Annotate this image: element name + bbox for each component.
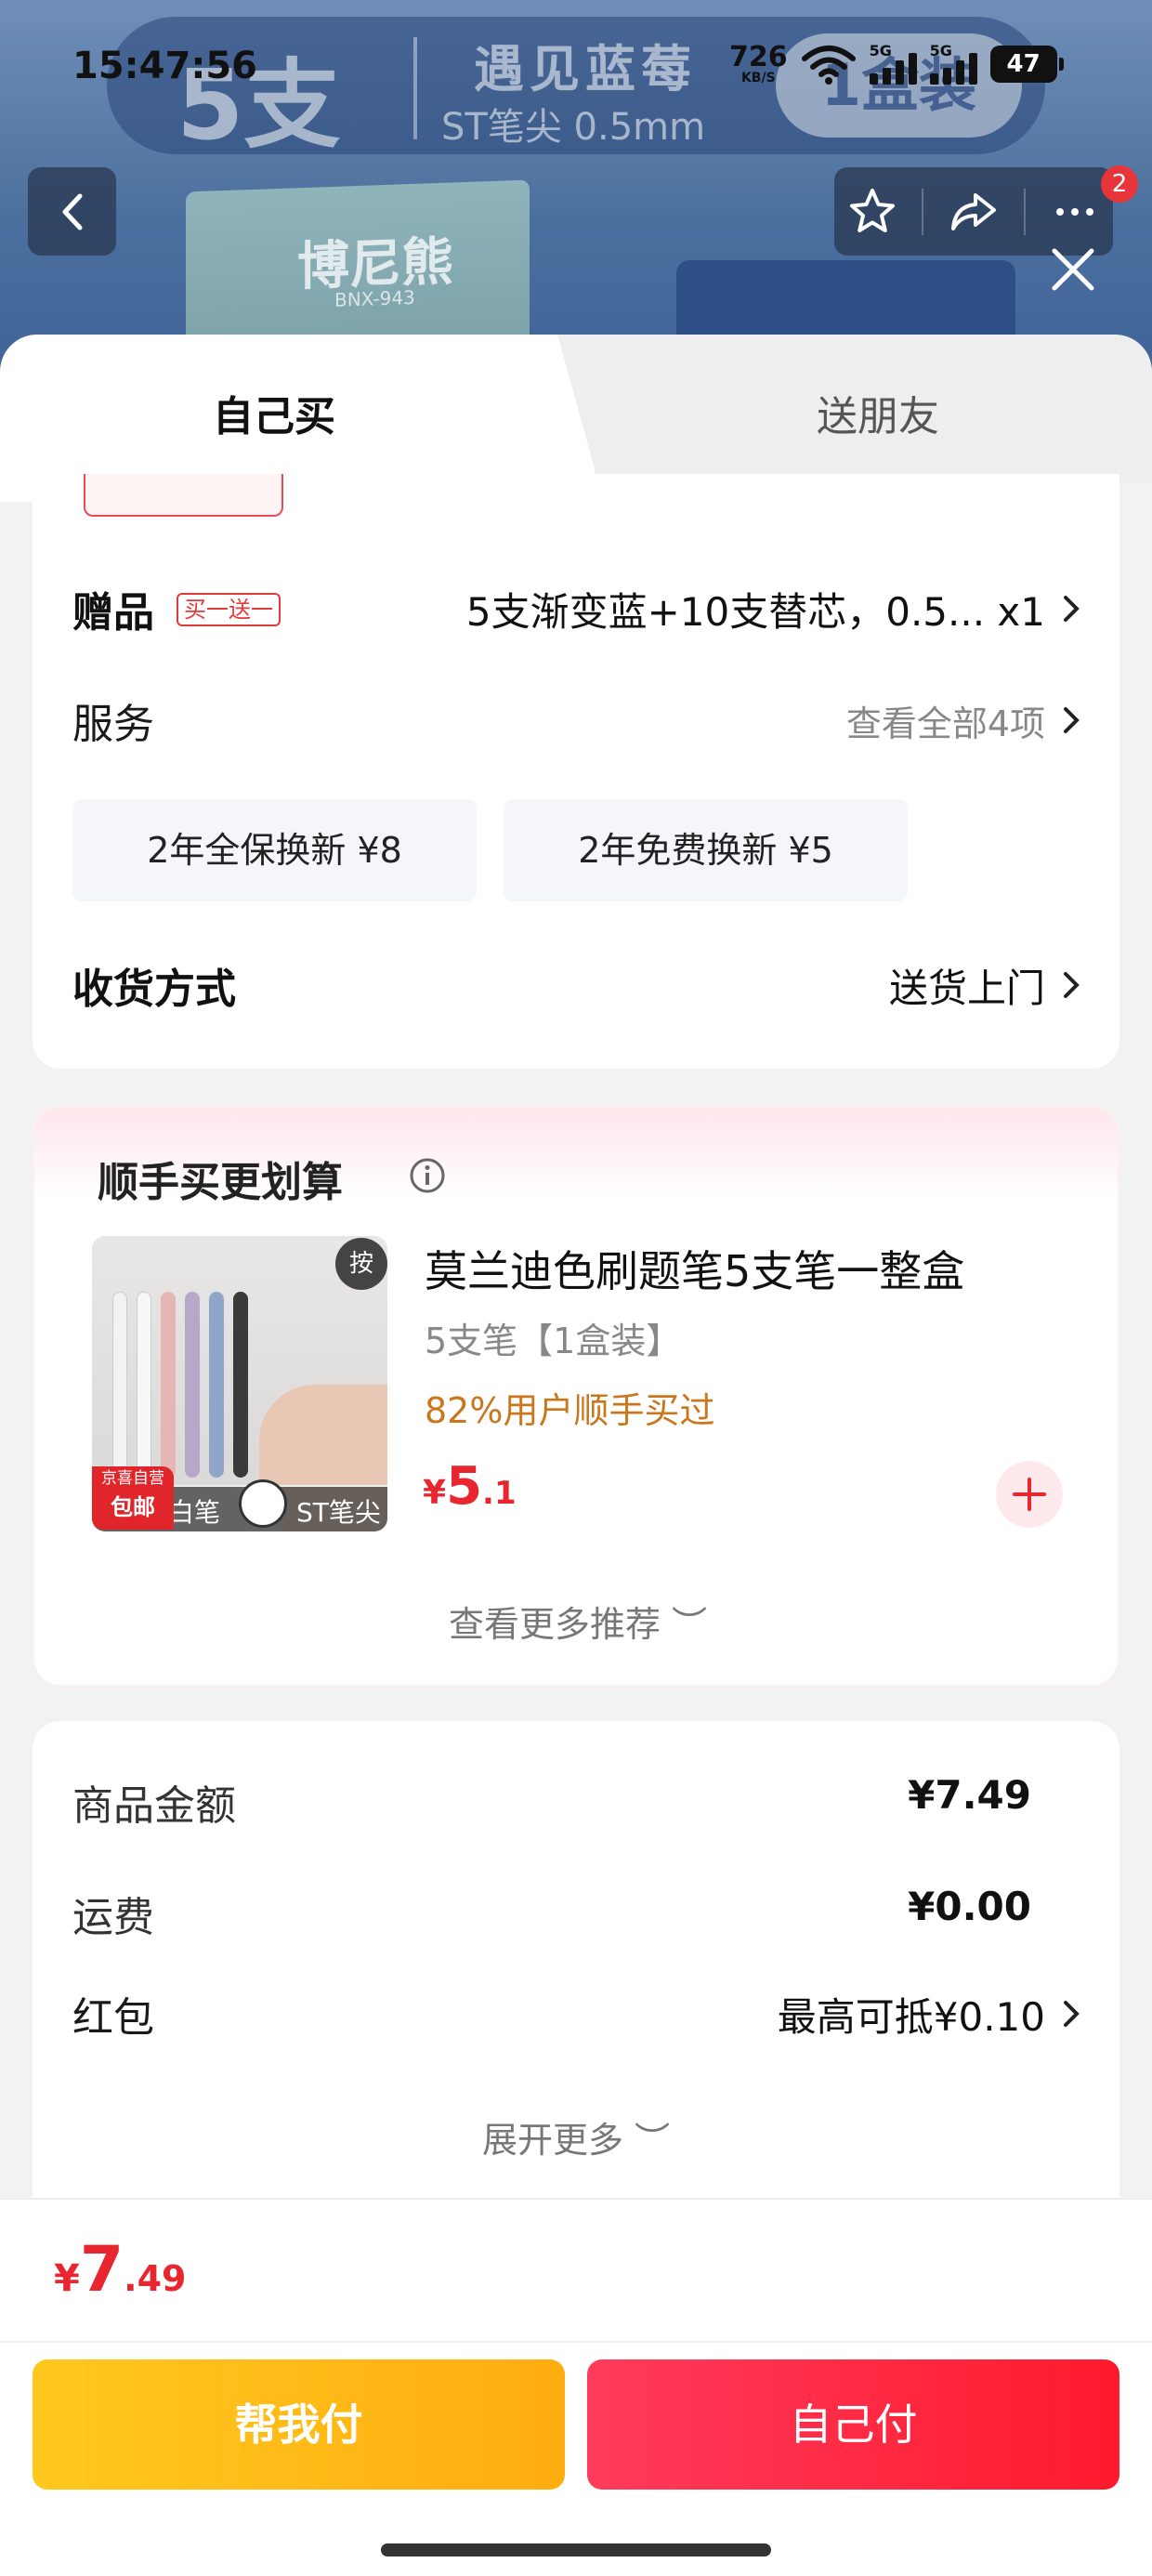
status-time: 15:47:56 (72, 45, 257, 87)
redpacket-value: 最高可抵¥0.10 (777, 1993, 1045, 2040)
status-bar: 15:47:56 726 KB/S 5G 5G 47 (0, 0, 1152, 139)
recommend-item-stat: 82%用户顺手买过 (425, 1390, 715, 1431)
battery-icon: 47 (989, 46, 1064, 83)
press-label: 按 (335, 1238, 387, 1290)
recommend-title: 顺手买更划算 (98, 1159, 343, 1206)
price-currency: ¥ (423, 1474, 447, 1512)
delivery-value: 送货上门 (888, 965, 1045, 1011)
tip-illustration (239, 1479, 287, 1528)
recommend-item-spec: 5支笔【1盒装】 (425, 1321, 682, 1361)
chevron-left-icon (62, 193, 82, 230)
total-price: ¥7.49 (54, 2233, 187, 2307)
net-speed-value: 726 (729, 41, 788, 73)
recommend-item-price: ¥5.1 (423, 1456, 517, 1517)
spec-option-chip[interactable] (84, 474, 283, 517)
gift-row[interactable]: 赠品 买一送一 5支渐变蓝+10支替芯，0.5... x1 (33, 567, 1119, 651)
tab-self-buy-label[interactable]: 自己买 (0, 383, 548, 442)
service-row[interactable]: 服务 查看全部4项 (33, 678, 1119, 762)
star-icon[interactable] (846, 186, 898, 238)
signal-icon-1: 5G (869, 42, 917, 85)
badge-top-text: 京喜自营 (101, 1469, 164, 1488)
home-indicator[interactable] (381, 2543, 771, 2556)
status-icons: 726 KB/S 5G 5G 47 (729, 41, 1064, 87)
help-me-pay-button[interactable]: 帮我付 (33, 2359, 565, 2490)
badge-bottom-text: 包邮 (111, 1494, 155, 1520)
tab-bar: 送朋友 自己买 (0, 335, 1152, 502)
product-model: BNX-943 (334, 285, 415, 311)
bottom-action-bar: ¥7.49 帮我付 自己付 (0, 2198, 1152, 2576)
close-icon[interactable] (1045, 242, 1101, 297)
recommend-card: 顺手买更划算 按 白笔 ST笔尖 京喜自营 包邮 莫兰迪色刷题笔5支笔一整盒 5… (33, 1106, 1119, 1687)
gift-label: 赠品 (72, 589, 154, 637)
goods-amount-value: ¥7.49 (908, 1772, 1031, 1818)
order-options-card: 赠品 买一送一 5支渐变蓝+10支替芯，0.5... x1 服务 查看全部4项 … (33, 474, 1119, 1069)
chevron-right-icon (1064, 2001, 1080, 2027)
signal-tag-2: 5G (929, 42, 952, 59)
goods-amount-label: 商品金额 (72, 1782, 236, 1830)
price-integer: 5 (446, 1456, 483, 1517)
redpacket-row[interactable]: 红包 最高可抵¥0.10 (33, 1972, 1119, 2056)
nav-divider (1023, 188, 1026, 235)
redpacket-label: 红包 (72, 1994, 154, 2042)
bottom-divider (0, 2341, 1152, 2343)
notification-badge: 2 (1101, 165, 1138, 203)
signal-icon-2: 5G (929, 42, 977, 85)
price-summary-card: 商品金额 ¥7.49 运费 ¥0.00 红包 最高可抵¥0.10 展开更多 ︶ (33, 1721, 1119, 2241)
plus-icon (1013, 1478, 1046, 1511)
free-shipping-badge: 京喜自营 包邮 (92, 1466, 174, 1530)
chevron-right-icon (1064, 596, 1080, 622)
recommend-item-image[interactable]: 按 白笔 ST笔尖 京喜自营 包邮 (92, 1236, 387, 1531)
delivery-label: 收货方式 (72, 966, 236, 1013)
total-currency: ¥ (54, 2257, 80, 2300)
image-caption-left: 白笔 (168, 1497, 221, 1528)
delivery-row[interactable]: 收货方式 送货上门 (33, 943, 1119, 1027)
nav-divider (922, 188, 924, 235)
recommend-item-name[interactable]: 莫兰迪色刷题笔5支笔一整盒 (425, 1238, 964, 1299)
chevron-right-icon (1064, 707, 1080, 733)
more-icon[interactable] (1049, 186, 1101, 238)
service-label: 服务 (72, 701, 154, 748)
service-option-full-protection[interactable]: 2年全保换新 ¥8 (72, 799, 477, 901)
gift-tag: 买一送一 (177, 593, 281, 626)
back-button[interactable] (28, 167, 116, 256)
service-option-free-replace[interactable]: 2年免费换新 ¥5 (504, 799, 908, 901)
price-decimal: .1 (482, 1475, 517, 1512)
chevron-right-icon (1064, 972, 1080, 998)
wifi-icon (801, 46, 856, 85)
net-speed-unit: KB/S (740, 71, 776, 85)
signal-tag-1: 5G (869, 42, 892, 59)
add-to-order-button[interactable] (996, 1461, 1063, 1528)
shipping-value: ¥0.00 (908, 1884, 1031, 1929)
self-pay-button[interactable]: 自己付 (587, 2359, 1119, 2490)
info-icon[interactable] (408, 1156, 447, 1195)
expand-more-button[interactable]: 展开更多 ︶ (33, 2111, 1119, 2162)
shipping-label: 运费 (72, 1894, 154, 1941)
tab-gift-friend-label[interactable]: 送朋友 (669, 383, 1087, 442)
net-speed: 726 KB/S (729, 44, 788, 85)
total-decimal: .49 (124, 2258, 187, 2299)
service-value: 查看全部4项 (845, 703, 1045, 744)
share-icon[interactable] (948, 186, 1000, 238)
view-more-recommend[interactable]: 查看更多推荐 ︶ (34, 1596, 1121, 1647)
gift-value: 5支渐变蓝+10支替芯，0.5... x1 (465, 588, 1045, 635)
total-integer: 7 (79, 2233, 124, 2307)
image-caption-right: ST笔尖 (296, 1497, 381, 1528)
